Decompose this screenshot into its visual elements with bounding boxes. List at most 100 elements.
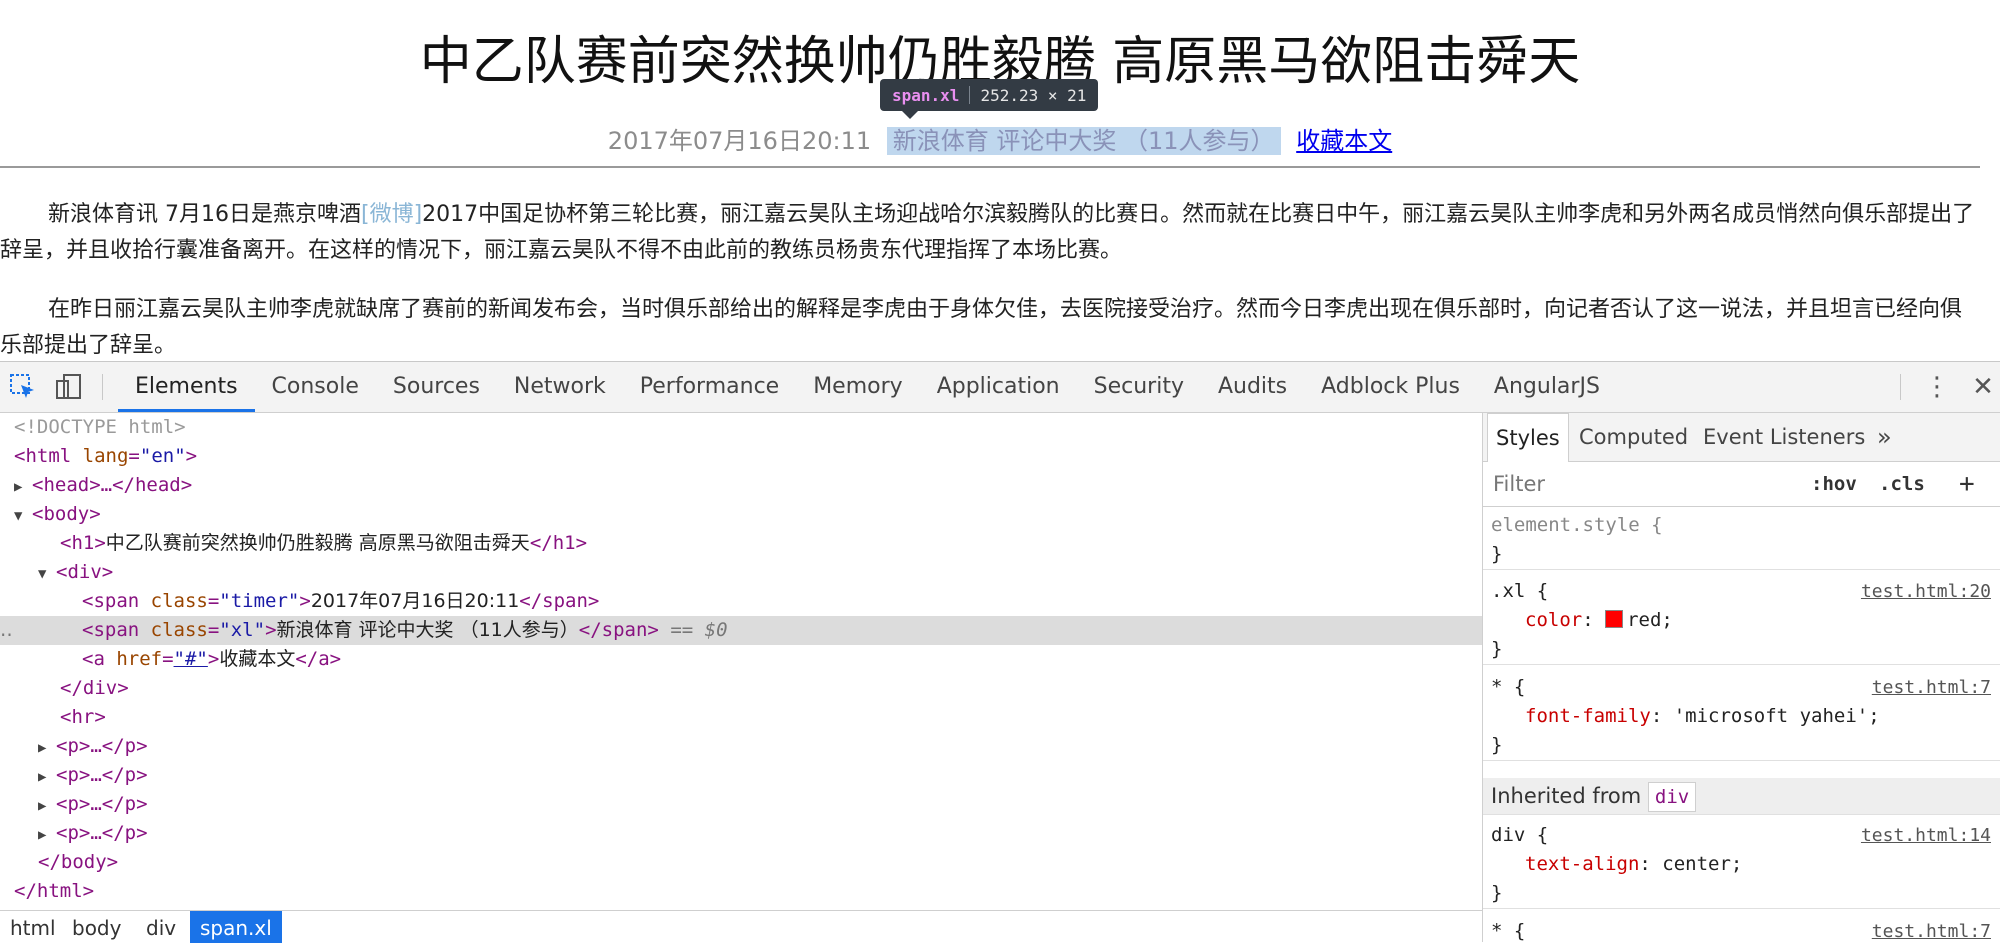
collapse-triangle-icon[interactable]: ▼ <box>38 560 56 589</box>
tag-p: <p>…</p> <box>56 764 148 786</box>
dom-node-hr[interactable]: <hr> <box>0 703 1542 732</box>
expand-triangle-icon[interactable]: ▶ <box>38 763 56 792</box>
weibo-link[interactable]: [微博] <box>361 202 422 227</box>
devtools-tab-list: Elements Console Sources Network Performance… <box>118 362 1617 412</box>
devtools-tabbar: Elements Console Sources Network Performance… <box>0 362 2000 413</box>
tag-head: <head>…</head> <box>32 474 193 496</box>
rule-element-style: element.style { } <box>1483 511 2000 570</box>
rule-selector[interactable]: element.style { <box>1491 514 1663 536</box>
collapse-triangle-icon[interactable]: ▼ <box>14 502 32 531</box>
expand-triangle-icon[interactable]: ▶ <box>38 821 56 850</box>
rule-xl: .xl {test.html:20 color: red; } <box>1483 577 2000 665</box>
breadcrumb-div[interactable]: div <box>136 911 186 943</box>
tooltip-tag: span.xl <box>892 85 960 105</box>
tab-audits[interactable]: Audits <box>1201 362 1304 412</box>
prop-value[interactable]: 'microsoft yahei'; <box>1674 705 1880 727</box>
tag-body: <body> <box>32 503 101 525</box>
source-link[interactable]: test.html:20 <box>1861 577 1991 606</box>
rule-selector[interactable]: div { <box>1491 824 1548 846</box>
more-tabs-icon[interactable]: » <box>1869 413 1900 461</box>
prop-name[interactable]: text-align <box>1525 853 1639 875</box>
device-toolbar-icon[interactable] <box>54 372 84 402</box>
a-text: 收藏本文 <box>219 648 296 670</box>
article-paragraph-1: 新浪体育讯 7月16日是燕京啤酒[微博]2017中国足协杯第三轮比赛，丽江嘉云昊… <box>0 197 1975 269</box>
tab-elements[interactable]: Elements <box>118 362 255 412</box>
dom-node-p[interactable]: ▶ <p>…</p> <box>0 819 1520 848</box>
tooltip-dimensions: 252.23 × 21 <box>980 85 1087 105</box>
dom-node-a[interactable]: <a href="#">收藏本文</a> <box>0 645 1564 674</box>
more-dots-icon[interactable]: ‥ <box>0 616 13 645</box>
tag-hr: <hr> <box>60 706 106 728</box>
tab-event-listeners[interactable]: Event Listeners <box>1695 413 1873 461</box>
tag-p: <p>…</p> <box>56 822 148 844</box>
tab-angularjs[interactable]: AngularJS <box>1477 362 1617 412</box>
rule-close-brace: } <box>1491 638 1503 660</box>
tab-application[interactable]: Application <box>920 362 1077 412</box>
rule-universal: * {test.html:7 font-family: 'microsoft y… <box>1483 673 2000 761</box>
source-link[interactable]: test.html:14 <box>1861 821 1991 850</box>
prop-value[interactable]: red; <box>1627 609 1673 631</box>
tag-p: <p>…</p> <box>56 793 148 815</box>
tab-sources[interactable]: Sources <box>376 362 497 412</box>
source-link[interactable]: test.html:7 <box>1872 917 1991 946</box>
class-toggle-button[interactable]: .cls <box>1879 462 1925 506</box>
dom-node-span-xl-selected[interactable]: ‥ <span class="xl">新浪体育 评论中大奖 （11人参与）</s… <box>0 616 1564 645</box>
tab-styles[interactable]: Styles <box>1487 413 1569 462</box>
dom-node-p[interactable]: ▶ <p>…</p> <box>0 732 1520 761</box>
dom-node-p[interactable]: ▶ <p>…</p> <box>0 761 1520 790</box>
tab-security[interactable]: Security <box>1077 362 1201 412</box>
collect-link[interactable]: 收藏本文 <box>1296 127 1392 155</box>
h1-text: 中乙队赛前突然换帅仍胜毅腾 高原黑马欲阻击舜天 <box>105 532 530 554</box>
page-viewport: 中乙队赛前突然换帅仍胜毅腾 高原黑马欲阻击舜天 2017年07月16日20:11… <box>0 0 2000 361</box>
dom-node-div-close[interactable]: </div> <box>0 674 1542 703</box>
add-rule-icon[interactable]: + <box>1959 462 1975 506</box>
rule-selector[interactable]: * { <box>1491 920 1525 942</box>
tab-performance[interactable]: Performance <box>623 362 796 412</box>
breadcrumb-html[interactable]: html <box>0 911 66 943</box>
styles-filter-input[interactable] <box>1491 468 1795 500</box>
dom-node-span-timer[interactable]: <span class="timer">2017年07月16日20:11</sp… <box>0 587 1564 616</box>
tab-network[interactable]: Network <box>497 362 623 412</box>
rule-close-brace: } <box>1491 734 1503 756</box>
breadcrumb-body[interactable]: body <box>62 911 131 943</box>
dom-node-body[interactable]: ▼ <body> <box>0 500 1496 529</box>
source-link[interactable]: test.html:7 <box>1872 673 1991 702</box>
close-icon[interactable]: ✕ <box>1968 372 1998 402</box>
tab-memory[interactable]: Memory <box>796 362 919 412</box>
tag-div: <div> <box>56 561 114 583</box>
dom-node-div[interactable]: ▼ <div> <box>0 558 1520 587</box>
inherited-tag-chip[interactable]: div <box>1647 782 1697 812</box>
kebab-menu-icon[interactable]: ⋮ <box>1922 372 1952 402</box>
tag-html-close: </html> <box>14 880 95 902</box>
hover-state-button[interactable]: :hov <box>1811 462 1857 506</box>
dom-node-head[interactable]: ▶ <head>…</head> <box>0 471 1496 500</box>
tooltip-divider <box>969 86 971 104</box>
inspect-element-icon[interactable] <box>8 372 38 402</box>
expand-triangle-icon[interactable]: ▶ <box>38 734 56 763</box>
rule-selector[interactable]: * { <box>1491 676 1525 698</box>
expand-triangle-icon[interactable]: ▶ <box>38 792 56 821</box>
color-swatch[interactable] <box>1605 610 1624 628</box>
dom-node-p[interactable]: ▶ <p>…</p> <box>0 790 1520 819</box>
article-meta: 2017年07月16日20:11 新浪体育 评论中大奖 （11人参与） 收藏本文 <box>0 124 2000 158</box>
dom-node-body-close[interactable]: </body> <box>0 848 1520 877</box>
tag-div-close: </div> <box>60 677 129 699</box>
dom-node-doctype[interactable]: <!DOCTYPE html> <box>0 413 1496 442</box>
elements-tree: <!DOCTYPE html> <html lang="en"> ▶ <head>… <box>0 413 1564 910</box>
prop-name[interactable]: color <box>1525 609 1582 631</box>
source-span-highlighted[interactable]: 新浪体育 评论中大奖 （11人参与） <box>886 127 1281 155</box>
attr-class-timer: "timer" <box>219 590 300 612</box>
dom-node-h1[interactable]: <h1>中乙队赛前突然换帅仍胜毅腾 高原黑马欲阻击舜天</h1> <box>0 529 1542 558</box>
tab-console[interactable]: Console <box>255 362 376 412</box>
rule-selector[interactable]: .xl { <box>1491 580 1548 602</box>
dom-node-html[interactable]: <html lang="en"> <box>0 442 1496 471</box>
inspect-tooltip: span.xl 252.23 × 21 <box>880 79 1099 119</box>
prop-name[interactable]: font-family <box>1525 705 1651 727</box>
expand-triangle-icon[interactable]: ▶ <box>14 473 32 502</box>
prop-value[interactable]: center; <box>1662 853 1742 875</box>
tab-adblock-plus[interactable]: Adblock Plus <box>1304 362 1477 412</box>
attr-href[interactable]: "#" <box>174 648 208 670</box>
breadcrumb-span-xl[interactable]: span.xl <box>190 911 282 943</box>
dom-node-html-close[interactable]: </html> <box>0 877 1496 906</box>
tab-computed[interactable]: Computed <box>1571 413 1696 461</box>
